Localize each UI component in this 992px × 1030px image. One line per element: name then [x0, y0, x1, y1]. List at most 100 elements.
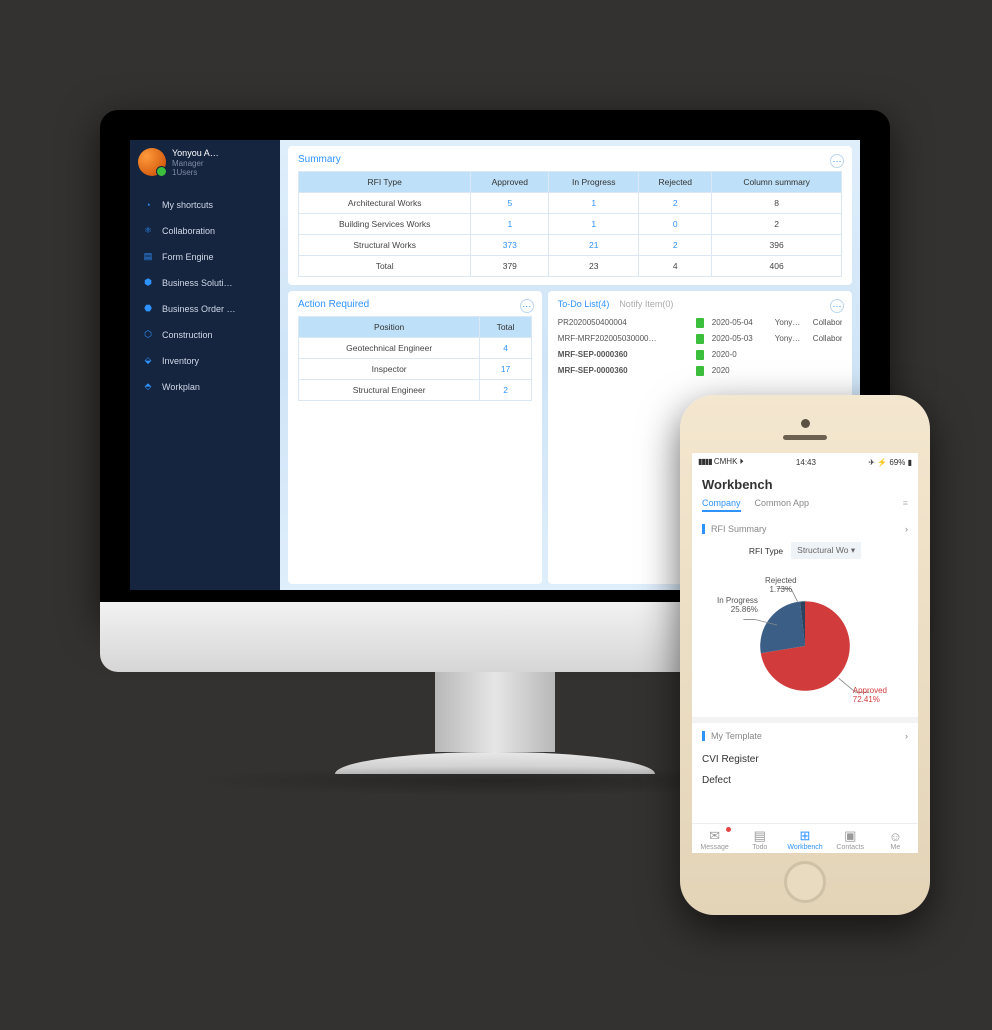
signal: ▮▮▮▮ CMHK ⏵ [698, 457, 744, 467]
sidebar-item-label: Business Soluti… [162, 278, 233, 288]
tab-common-app[interactable]: Common App [755, 498, 810, 512]
table-row[interactable]: Geotechnical Engineer4 [299, 338, 532, 359]
menu-icon[interactable]: ≡ [903, 498, 908, 512]
doc-icon [696, 366, 704, 376]
rfi-type-select[interactable]: Structural Wo ▾ [791, 542, 861, 559]
todo-tab-active[interactable]: To-Do List(4) [558, 299, 610, 309]
tabbar-icon: ⊞ [782, 828, 827, 844]
tabbar-label: Me [873, 844, 918, 851]
sidebar-item-form-engine[interactable]: ▤ Form Engine [138, 244, 272, 270]
clock-icon: ◔ [142, 199, 154, 211]
plan-icon: ⬘ [142, 381, 154, 393]
tabbar-label: Contacts [828, 844, 873, 851]
pie-label-approved: Approved72.41% [853, 687, 887, 705]
tabbar-workbench[interactable]: ⊞ Workbench [782, 828, 827, 851]
tabbar-icon: ▤ [737, 828, 782, 844]
tab-company[interactable]: Company [702, 498, 741, 512]
todo-item[interactable]: PR2020050400004 2020-05-04 Yony… Collabo… [558, 315, 842, 331]
pie-label-rejected: Rejected1.73% [765, 577, 797, 595]
monitor-stand [435, 672, 555, 752]
more-icon[interactable]: ⋯ [830, 299, 844, 313]
todo-tab-notify[interactable]: Notify Item(0) [619, 299, 673, 309]
tabbar-label: Message [692, 844, 737, 851]
user-box[interactable]: Yonyou A… Manager 1Users [138, 148, 272, 178]
col-header: In Progress [549, 172, 639, 193]
todo-item[interactable]: MRF-SEP-0000360 2020 [558, 363, 842, 379]
sidebar-item-workplan[interactable]: ⬘ Workplan [138, 374, 272, 400]
rfi-type-row: RFI Type Structural Wo ▾ [702, 542, 908, 559]
tabbar-message[interactable]: ✉ Message [692, 828, 737, 851]
workbench-title: Workbench [702, 477, 908, 492]
template-item[interactable]: CVI Register [702, 749, 908, 770]
clock: 14:43 [796, 458, 816, 467]
col-header: Total [480, 317, 531, 338]
status-bar: ▮▮▮▮ CMHK ⏵ 14:43 ✈ ⚡ 69% ▮ [692, 453, 918, 471]
todo-item[interactable]: MRF-MRF202005030000… 2020-05-03 Yony… Co… [558, 331, 842, 347]
tab-bar: ✉ Message ▤ Todo ⊞ Workbench ▣ Contacts … [692, 823, 918, 853]
user-group: 1Users [172, 168, 219, 178]
user-info: Yonyou A… Manager 1Users [172, 148, 219, 178]
sidebar-item-label: Form Engine [162, 252, 214, 262]
tabbar-icon: ✉ [692, 828, 737, 844]
more-icon[interactable]: ⋯ [830, 154, 844, 168]
sidebar-item-collaboration[interactable]: ⚛ Collaboration [138, 218, 272, 244]
sidebar-item-inventory[interactable]: ⬙ Inventory [138, 348, 272, 374]
share-icon: ⚛ [142, 225, 154, 237]
sidebar-item-construction[interactable]: ⬡ Construction [138, 322, 272, 348]
template-item[interactable]: Defect [702, 770, 908, 791]
table-row-total: Total379234406 [299, 256, 842, 277]
tabbar-todo[interactable]: ▤ Todo [737, 828, 782, 851]
rfi-section-title: RFI Summary › [702, 524, 908, 534]
camera-icon [801, 419, 810, 428]
todo-item[interactable]: MRF-SEP-0000360 2020-0 [558, 347, 842, 363]
speaker-icon [783, 435, 827, 440]
summary-table: RFI TypeApprovedIn ProgressRejectedColum… [298, 171, 842, 277]
workbench-tabs: Company Common App ≡ [692, 494, 918, 516]
nav: ◔ My shortcuts ⚛ Collaboration ▤ Form En… [138, 192, 272, 400]
action-table: PositionTotal Geotechnical Engineer4Insp… [298, 316, 532, 401]
sidebar-item-label: Workplan [162, 382, 200, 392]
action-card: ⋯ Action Required PositionTotal Geotechn… [288, 291, 542, 584]
doc-icon [696, 318, 704, 328]
chevron-right-icon[interactable]: › [905, 524, 908, 534]
doc-icon [696, 334, 704, 344]
home-button[interactable] [784, 861, 826, 903]
phone: ▮▮▮▮ CMHK ⏵ 14:43 ✈ ⚡ 69% ▮ Workbench Co… [680, 395, 930, 915]
avatar [138, 148, 166, 176]
sidebar-item-business-order-[interactable]: ⬣ Business Order … [138, 296, 272, 322]
col-header: Position [299, 317, 480, 338]
user-role: Manager [172, 159, 219, 169]
sidebar-item-label: Business Order … [162, 304, 236, 314]
tabbar-icon: ▣ [828, 828, 873, 844]
box-icon: ⬡ [142, 329, 154, 341]
chevron-right-icon[interactable]: › [905, 731, 908, 741]
rfi-type-label: RFI Type [749, 546, 783, 556]
pie-label-inprogress: In Progress25.86% [717, 597, 758, 615]
table-row[interactable]: Building Services Works 1 1 0 2 [299, 214, 842, 235]
user-name: Yonyou A… [172, 148, 219, 159]
table-row[interactable]: Architectural Works 5 1 2 8 [299, 193, 842, 214]
sidebar-item-label: Collaboration [162, 226, 215, 236]
phone-top [680, 419, 930, 440]
tabbar-icon: ☺ [873, 828, 918, 844]
carrier: CMHK [714, 457, 738, 466]
template-section-title: My Template › [702, 731, 908, 741]
workbench-header: Workbench [692, 471, 918, 494]
phone-screen: ▮▮▮▮ CMHK ⏵ 14:43 ✈ ⚡ 69% ▮ Workbench Co… [692, 453, 918, 853]
tabbar-contacts[interactable]: ▣ Contacts [828, 828, 873, 851]
action-title: Action Required [298, 299, 532, 310]
summary-title: Summary [298, 154, 842, 165]
tabbar-label: Todo [737, 844, 782, 851]
tabbar-me[interactable]: ☺ Me [873, 828, 918, 851]
form-icon: ▤ [142, 251, 154, 263]
more-icon[interactable]: ⋯ [520, 299, 534, 313]
table-row[interactable]: Structural Engineer2 [299, 380, 532, 401]
pie-chart: Rejected1.73% In Progress25.86% Approved… [735, 569, 875, 709]
sidebar-item-my-shortcuts[interactable]: ◔ My shortcuts [138, 192, 272, 218]
table-row[interactable]: Structural Works 373 21 2 396 [299, 235, 842, 256]
sidebar-item-business-soluti-[interactable]: ⬢ Business Soluti… [138, 270, 272, 296]
sidebar-item-label: Construction [162, 330, 213, 340]
table-row[interactable]: Inspector17 [299, 359, 532, 380]
order-icon: ⬣ [142, 303, 154, 315]
tabbar-label: Workbench [782, 844, 827, 851]
